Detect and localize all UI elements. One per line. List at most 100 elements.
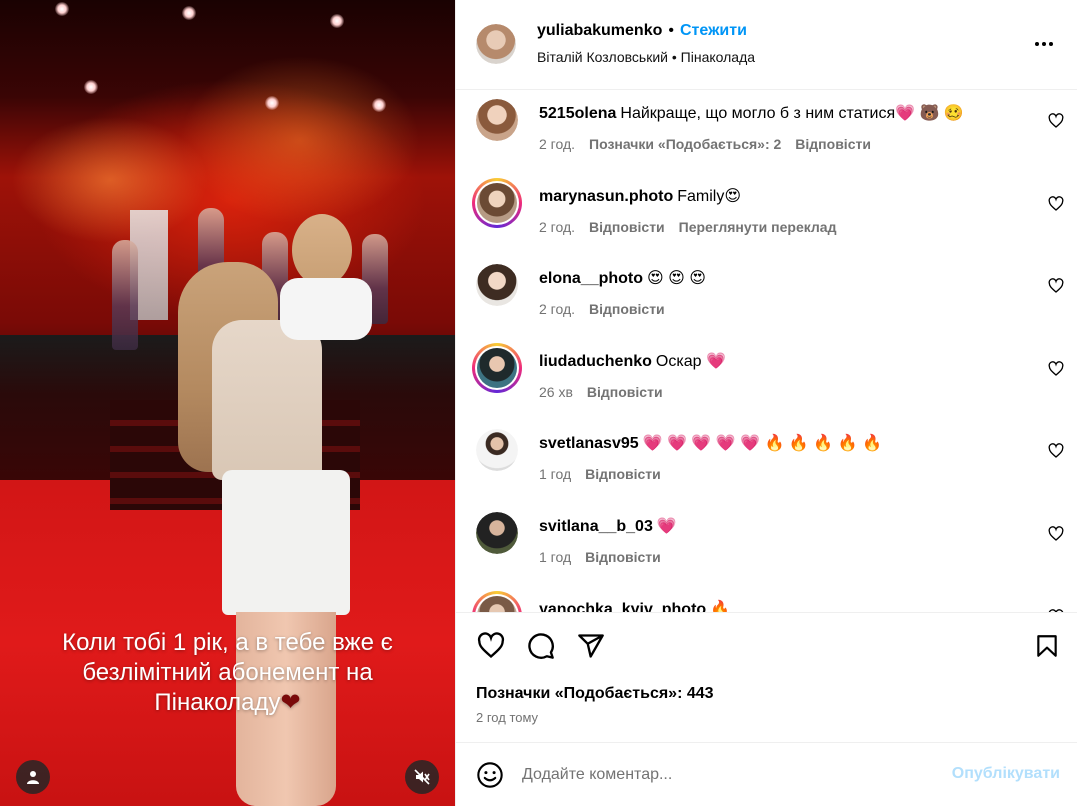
comment-like-heart-icon[interactable] [1048,196,1064,212]
comment-body: Найкраще, що могло б з ним статися💗 🐻 🥴 [620,105,964,122]
bookmark-icon [1037,635,1057,657]
post-header: yuliabakumenko • Стежити Віталій Козловськ… [456,0,1077,90]
reply-button[interactable]: Відповісти [589,301,665,317]
stage-light [372,98,386,112]
comment-item: liudaduchenko Оскар 💗 26 хв Відповісти [456,339,1077,419]
separator-dot: • [671,49,677,65]
publish-button[interactable]: Опублікувати [952,765,1060,783]
reply-button[interactable]: Відповісти [589,219,665,235]
user-icon [27,771,39,784]
audio-artist[interactable]: Віталій Козловський [537,49,668,65]
caption-line: безлімітний абонемент на [82,659,373,686]
performer [112,240,138,350]
comment-like-heart-icon[interactable] [1048,278,1064,294]
comment-body: Family😍 [677,188,742,205]
more-options-button[interactable] [1032,32,1056,56]
commenter-avatar-story[interactable] [472,178,522,228]
author-avatar[interactable] [476,24,516,64]
commenter-avatar[interactable] [476,99,518,141]
more-dot [1035,42,1039,46]
comment-username[interactable]: yanochka_kyiv_photo [539,601,706,612]
comment-time: 26 хв [539,384,573,400]
speaker-muted-icon [414,769,430,785]
stage-light [84,80,98,94]
stage-light [55,2,69,16]
comment-button[interactable] [526,631,556,661]
like-button[interactable] [476,631,506,661]
comment-like-heart-icon[interactable] [1048,526,1064,542]
comment-username[interactable]: liudaduchenko [539,353,652,370]
reply-button[interactable]: Відповісти [795,136,871,152]
video-caption: Коли тобі 1 рік, а в тебе вже є безліміт… [0,628,455,718]
comment-username[interactable]: 5215olena [539,105,616,122]
likes-count[interactable]: Позначки «Подобається»: 443 [476,685,714,703]
commenter-avatar[interactable] [476,512,518,554]
woman-skirt [222,470,350,615]
comment-like-heart-icon[interactable] [1048,361,1064,377]
add-comment-bar: Опублікувати [456,742,1077,806]
caption-line: Пінаколаду❤ [0,688,455,718]
comment-item: marynasun.photo Family😍 2 год. Відповісти П… [456,174,1077,254]
comment-time: 2 год. [539,301,576,317]
comment-meta: 2 год. Позначки «Подобається»: 2 Відповіст… [539,136,885,152]
comment-time: 1 год [539,466,572,482]
comments-list[interactable]: 5215olena Найкраще, що могло б з ним стат… [456,91,1077,612]
post-video[interactable]: Коли тобі 1 рік, а в тебе вже є безліміт… [0,0,455,806]
reply-button[interactable]: Відповісти [585,549,661,565]
comment-item: 5215olena Найкраще, що могло б з ним стат… [456,91,1077,171]
comment-text-row: yanochka_kyiv_photo 🔥 [539,599,730,612]
comment-body: 💗 [656,518,677,535]
stage-light [330,14,344,28]
comment-username[interactable]: svitlana__b_03 [539,518,653,535]
comment-likes[interactable]: Позначки «Подобається»: 2 [589,136,781,152]
reply-button[interactable]: Відповісти [587,384,663,400]
separator-dot: • [668,22,674,39]
save-button[interactable] [1032,631,1062,661]
comment-text-row: elona__photo 😍 😍 😍 [539,268,706,288]
commenter-avatar-story[interactable] [472,591,522,612]
commenter-avatar[interactable] [476,264,518,306]
commenter-avatar-story[interactable] [472,343,522,393]
comment-meta: 2 год. Відповісти Переглянути переклад [539,219,850,235]
audio-track[interactable]: Пінаколада [681,49,755,65]
tagged-users-button[interactable] [16,760,50,794]
comment-like-heart-icon[interactable] [1048,113,1064,129]
reply-button[interactable]: Відповісти [585,466,661,482]
comment-username[interactable]: svetlanasv95 [539,435,639,452]
emoji-icon[interactable] [476,761,504,789]
comment-body: 😍 😍 😍 [647,270,706,287]
comment-username[interactable]: marynasun.photo [539,188,673,205]
child-head [292,214,352,286]
comment-meta: 1 год Відповісти [539,549,675,565]
post-panel: yuliabakumenko • Стежити Віталій Козловськ… [455,0,1077,806]
comment-icon [528,633,554,659]
caption-line: Коли тобі 1 рік, а в тебе вже є [62,629,393,656]
stage-light [182,6,196,20]
comment-input[interactable] [522,761,922,789]
commenter-avatar[interactable] [476,429,518,471]
comment-username[interactable]: elona__photo [539,270,643,287]
comment-time: 1 год [539,549,572,565]
comment-meta: 1 год Відповісти [539,466,675,482]
more-dot [1042,42,1046,46]
comment-item: svetlanasv95 💗 💗 💗 💗 💗 🔥 🔥 🔥 🔥 🔥 1 год Від… [456,421,1077,501]
send-icon [578,634,604,658]
comment-body: 💗 💗 💗 💗 💗 🔥 🔥 🔥 🔥 🔥 [642,435,882,452]
heart-emoji: ❤ [280,689,301,716]
comment-text-row: 5215olena Найкраще, що могло б з ним стат… [539,103,964,123]
share-button[interactable] [576,631,606,661]
follow-button[interactable]: Стежити [680,22,747,39]
comment-text-row: marynasun.photo Family😍 [539,186,741,206]
stage-light [265,96,279,110]
comment-meta: 26 хв Відповісти [539,384,677,400]
audio-info[interactable]: Віталій Козловський • Пінаколада [537,49,755,65]
comment-body: Оскар 💗 [655,353,726,370]
comment-text-row: liudaduchenko Оскар 💗 [539,351,726,371]
comment-like-heart-icon[interactable] [1048,443,1064,459]
see-translation-button[interactable]: Переглянути переклад [679,219,837,235]
author-username[interactable]: yuliabakumenko [537,22,662,39]
post-time[interactable]: 2 год тому [476,710,538,725]
comment-item: yanochka_kyiv_photo 🔥 [456,587,1077,612]
mute-button[interactable] [405,760,439,794]
comment-meta: 2 год. Відповісти [539,301,679,317]
